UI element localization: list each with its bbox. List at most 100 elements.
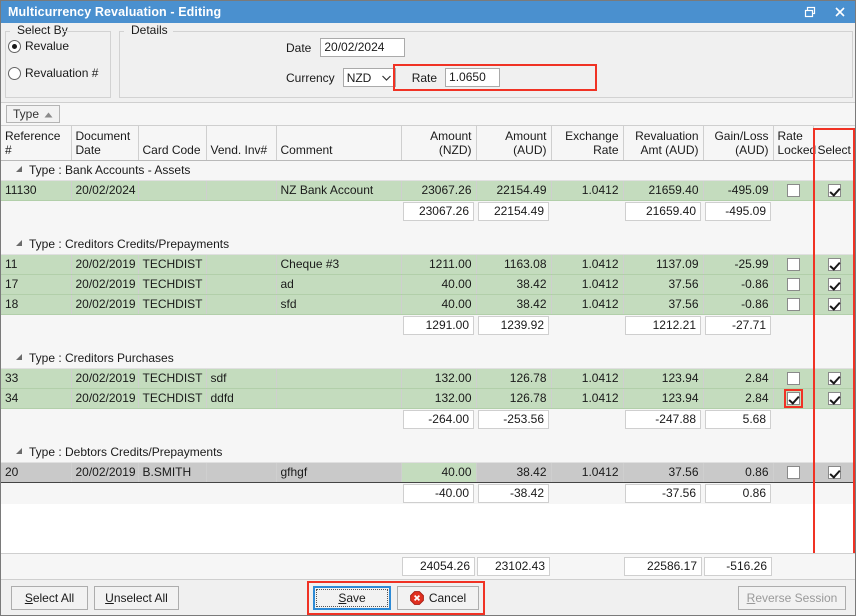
cell-document-date: 20/02/2019 [71,274,138,294]
unselect-all-label-rest: nselect All [114,591,168,605]
col-revaluation-amt[interactable]: Revaluation Amt (AUD) [623,126,703,160]
cell-comment: Cheque #3 [276,254,401,274]
cell-revaluation-amt: 123.94 [623,388,703,408]
reverse-session-button[interactable]: Reverse Session [738,586,846,610]
reverse-session-label-rest: everse Session [755,591,837,605]
table-row[interactable]: 3420/02/2019TECHDISTddfd132.00126.781.04… [1,388,855,408]
cell-select-checkbox[interactable] [813,462,855,482]
cell-rate-locked-checkbox[interactable] [773,254,813,274]
currency-select[interactable]: NZD [343,68,396,87]
unselect-all-button[interactable]: Unselect All [94,586,179,610]
col-select[interactable]: Select [813,126,855,160]
cancel-button[interactable]: Cancel [397,586,479,610]
group-header-row[interactable]: Type : Creditors Credits/Prepayments [1,234,855,254]
table-row[interactable]: 1720/02/2019TECHDISTad40.0038.421.041237… [1,274,855,294]
cell-select-checkbox[interactable] [813,294,855,314]
select-all-button[interactable]: Select All [11,586,88,610]
details-legend: Details [127,23,172,37]
cell-revaluation-amt: 21659.40 [623,180,703,200]
table-row[interactable]: 1120/02/2019TECHDISTCheque #31211.001163… [1,254,855,274]
group-subtotal-row: -264.00-253.56-247.885.68 [1,408,855,430]
cell-gain-loss: 2.84 [703,388,773,408]
cell-reference: 11 [1,254,71,274]
table-row[interactable]: 1113020/02/2024NZ Bank Account23067.2622… [1,180,855,200]
col-amount-nzd[interactable]: Amount (NZD) [401,126,476,160]
table-body: Type : Bank Accounts - Assets1113020/02/… [1,160,855,504]
subtotal-exchange-rate [551,314,623,336]
group-subtotal-row: 1291.001239.921212.21-27.71 [1,314,855,336]
group-header-row[interactable]: Type : Creditors Purchases [1,348,855,368]
col-card-code[interactable]: Card Code [138,126,206,160]
cell-select-checkbox[interactable] [813,180,855,200]
collapse-triangle-icon[interactable] [15,444,23,458]
cell-reference: 33 [1,368,71,388]
col-comment[interactable]: Comment [276,126,401,160]
collapse-triangle-icon[interactable] [15,162,23,176]
subtotal-amount-aud: -38.42 [476,482,551,504]
cell-select-checkbox[interactable] [813,274,855,294]
cell-select-checkbox[interactable] [813,368,855,388]
sort-chip-type[interactable]: Type [6,105,60,123]
cell-gain-loss: -25.99 [703,254,773,274]
multicurrency-revaluation-window: Multicurrency Revaluation - Editing Sele… [0,0,856,616]
radio-revaluation-number[interactable]: Revaluation # [8,66,98,80]
subtotal-amount-nzd: 1291.00 [401,314,476,336]
cell-document-date: 20/02/2019 [71,388,138,408]
cell-rate-locked-checkbox[interactable] [773,462,813,482]
radio-revalue[interactable]: Revalue [8,39,69,53]
sort-chip-label: Type [13,107,39,121]
cell-exchange-rate: 1.0412 [551,180,623,200]
cell-card-code [138,180,206,200]
radio-revalue-label: Revalue [25,39,69,53]
rate-input[interactable]: 1.0650 [445,68,500,87]
subtotal-revaluation-amt: 1212.21 [623,314,703,336]
col-gain-loss[interactable]: Gain/Loss (AUD) [703,126,773,160]
subtotal-amount-aud: 1239.92 [476,314,551,336]
col-rate-locked[interactable]: Rate Locked [773,126,813,160]
cell-vend-inv [206,180,276,200]
date-input[interactable]: 20/02/2024 [320,38,405,57]
top-panel: Select By Revalue Revaluation # Details … [1,23,855,102]
save-button[interactable]: Save [313,586,391,610]
col-document-date[interactable]: Document Date [71,126,138,160]
cell-card-code: B.SMITH [138,462,206,482]
col-reference[interactable]: Reference # [1,126,71,160]
cell-amount-aud: 126.78 [476,388,551,408]
cell-comment: gfhgf [276,462,401,482]
table-row[interactable]: 2020/02/2019B.SMITHgfhgf40.0038.421.0412… [1,462,855,482]
revaluation-grid[interactable]: Reference # Document Date Card Code Vend… [1,126,855,553]
checkbox-indicator [787,258,800,271]
cell-document-date: 20/02/2019 [71,254,138,274]
table-row[interactable]: 1820/02/2019TECHDISTsfd40.0038.421.04123… [1,294,855,314]
close-icon[interactable] [825,1,855,23]
cell-document-date: 20/02/2019 [71,462,138,482]
collapse-triangle-icon[interactable] [15,236,23,250]
col-amount-aud[interactable]: Amount (AUD) [476,126,551,160]
cell-rate-locked-checkbox[interactable] [773,180,813,200]
date-label: Date [286,41,311,55]
cell-rate-locked-checkbox[interactable] [773,368,813,388]
table-header: Reference # Document Date Card Code Vend… [1,126,855,160]
checkbox-indicator [828,372,841,385]
col-exchange-rate[interactable]: Exchange Rate [551,126,623,160]
restore-icon[interactable] [795,1,825,23]
cell-amount-nzd: 40.00 [401,462,476,482]
cell-document-date: 20/02/2019 [71,368,138,388]
cell-rate-locked-checkbox[interactable] [773,388,813,408]
collapse-triangle-icon[interactable] [15,350,23,364]
subtotal-exchange-rate [551,200,623,222]
group-header-row[interactable]: Type : Bank Accounts - Assets [1,160,855,180]
cell-amount-aud: 126.78 [476,368,551,388]
cell-select-checkbox[interactable] [813,254,855,274]
col-vend-inv[interactable]: Vend. Inv# [206,126,276,160]
cell-rate-locked-checkbox[interactable] [773,274,813,294]
group-header-row[interactable]: Type : Debtors Credits/Prepayments [1,442,855,462]
cell-amount-aud: 22154.49 [476,180,551,200]
cell-rate-locked-checkbox[interactable] [773,294,813,314]
cell-select-checkbox[interactable] [813,388,855,408]
cell-amount-aud: 38.42 [476,274,551,294]
group-header-label: Type : Creditors Credits/Prepayments [29,237,229,251]
group-header-label: Type : Creditors Purchases [29,351,174,365]
cell-gain-loss: 2.84 [703,368,773,388]
table-row[interactable]: 3320/02/2019TECHDISTsdf132.00126.781.041… [1,368,855,388]
